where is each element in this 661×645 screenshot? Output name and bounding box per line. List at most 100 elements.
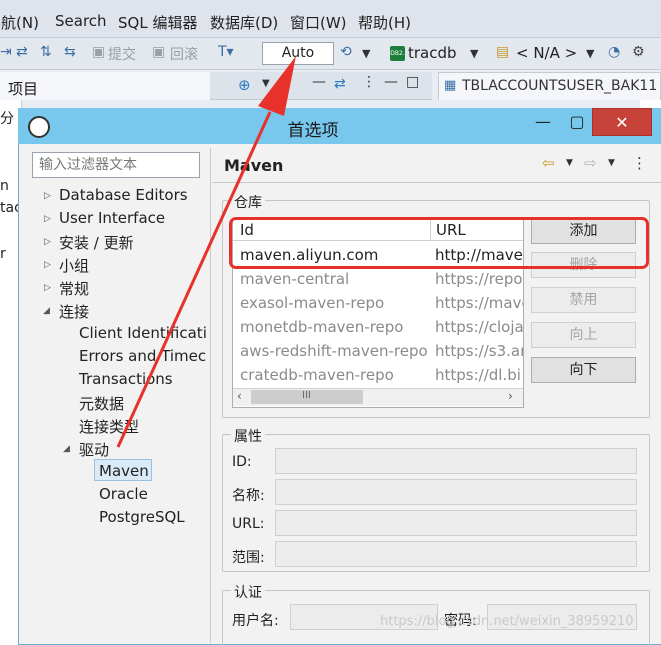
table-row-url[interactable]: https://mave [435, 294, 523, 312]
minimize-view-icon[interactable]: — [312, 74, 326, 90]
expand-arrow-icon[interactable]: ▷ [44, 260, 51, 270]
chevron-down-icon[interactable]: ▼ [470, 47, 478, 60]
commit-icon: ▣ [92, 44, 106, 60]
view-menu-icon[interactable]: ⋮ [362, 74, 376, 90]
scroll-left-icon[interactable]: ‹ [237, 389, 242, 403]
clipped-text: n [0, 178, 9, 194]
close-button[interactable]: ✕ [592, 108, 652, 136]
table-row-url[interactable]: https://cloja [435, 318, 523, 336]
move-up-button[interactable]: 向上 [531, 322, 636, 348]
chevron-down-icon[interactable]: ▼ [586, 47, 594, 60]
commit-button[interactable]: 提交 [108, 44, 136, 64]
table-row-id[interactable]: exasol-maven-repo [240, 294, 384, 312]
menu-database[interactable]: 数据库(D) [210, 12, 278, 33]
chevron-down-icon[interactable]: ▼ [608, 158, 615, 168]
repository-group-label: 仓库 [231, 192, 265, 212]
rollback-button[interactable]: 回滚 [170, 44, 198, 64]
username-label: 用户名: [232, 613, 279, 629]
scrollbar-grip: III [302, 390, 311, 401]
url-label: URL: [232, 516, 265, 532]
maximize-button[interactable]: ▢ [562, 108, 592, 136]
transaction-mode-field[interactable]: Auto [262, 42, 334, 65]
table-row-id[interactable]: aws-redshift-maven-repo [240, 342, 428, 360]
schema-selector[interactable]: < N/A > [516, 44, 577, 62]
annotation-highlight-box [229, 217, 649, 269]
clipped-text: 分 [0, 111, 14, 127]
new-folder-icon[interactable]: ▭ [278, 76, 291, 92]
menu-window[interactable]: 窗口(W) [290, 12, 347, 33]
view-menu-icon[interactable]: ⋮ [632, 154, 647, 172]
move-down-button[interactable]: 向下 [531, 357, 636, 383]
tree-item-transactions[interactable]: Transactions [79, 370, 173, 388]
add-connection-icon[interactable]: ⊕ [238, 76, 251, 94]
history-icon[interactable]: ⟲ [340, 44, 352, 60]
collapse-arrow-icon[interactable]: ◢ [43, 306, 50, 316]
datasource-selector[interactable]: tracdb [408, 44, 457, 62]
tree-item-oracle[interactable]: Oracle [99, 485, 148, 503]
editor-tab-label: TBLACCOUNTSUSER_BAK11 [462, 78, 658, 94]
tree-item-group[interactable]: 小组 [59, 255, 89, 276]
db2-icon: DB2. [390, 46, 405, 61]
collapse-arrow-icon[interactable]: ◢ [63, 444, 70, 454]
schema-icon: ▤ [496, 44, 510, 60]
name-label: 名称: [232, 488, 265, 504]
filter-input[interactable]: 输入过滤器文本 [32, 152, 200, 178]
back-arrow-icon[interactable]: ⇦ [542, 154, 555, 172]
disable-button[interactable]: 禁用 [531, 287, 636, 313]
toolbar-icon-3[interactable]: ⇅ [40, 44, 52, 60]
expand-arrow-icon[interactable]: ▷ [44, 237, 51, 247]
tree-item-client-identification[interactable]: Client Identificati [79, 324, 207, 342]
tree-item-maven[interactable]: Maven [99, 462, 149, 480]
link-editor-icon[interactable]: ⇄ [334, 76, 346, 92]
menu-sql-editor[interactable]: SQL 编辑器 [118, 12, 197, 33]
chevron-down-icon[interactable]: ▼ [262, 78, 270, 89]
pane-divider[interactable] [210, 148, 211, 643]
table-row-url[interactable]: https://repo [435, 270, 523, 288]
maximize-icon[interactable]: □ [406, 74, 419, 90]
menubar: 导航(N) Search SQL 编辑器 数据库(D) 窗口(W) 帮助(H) [0, 0, 661, 38]
tree-item-install-update[interactable]: 安装 / 更新 [59, 232, 134, 253]
toolbar-icon-2[interactable]: ⇄ [16, 44, 28, 60]
id-label: ID: [232, 454, 252, 470]
tree-item-user-interface[interactable]: User Interface [59, 209, 165, 227]
transaction-mode-icon[interactable]: T▾ [218, 44, 234, 60]
minimize-button[interactable]: — [524, 108, 562, 136]
scope-field[interactable] [275, 541, 637, 567]
tree-item-connection-types[interactable]: 连接类型 [79, 416, 139, 437]
clipped-text: r [0, 246, 6, 262]
forward-arrow-icon[interactable]: ⇨ [584, 154, 597, 172]
table-row-url[interactable]: https://s3.ar [435, 342, 523, 360]
settings-icon[interactable]: ⚙ [632, 44, 645, 60]
header-separator [212, 182, 661, 183]
tree-item-general[interactable]: 常规 [59, 278, 89, 299]
chevron-down-icon[interactable]: ▼ [362, 47, 370, 60]
tree-item-errors-timeouts[interactable]: Errors and Timec [79, 347, 206, 365]
scroll-right-icon[interactable]: › [508, 389, 513, 403]
expand-arrow-icon[interactable]: ▷ [44, 214, 51, 224]
minimize-icon[interactable]: — [384, 74, 398, 90]
menu-help[interactable]: 帮助(H) [358, 12, 411, 33]
tree-item-database-editors[interactable]: Database Editors [59, 186, 188, 204]
dashboard-icon[interactable]: ◔ [608, 44, 620, 60]
expand-arrow-icon[interactable]: ▷ [44, 283, 51, 293]
table-row-id[interactable]: cratedb-maven-repo [240, 366, 394, 384]
name-field[interactable] [275, 479, 637, 505]
menu-navigate[interactable]: 导航(N) [0, 12, 39, 33]
tree-item-connections[interactable]: 连接 [59, 301, 89, 322]
expand-arrow-icon[interactable]: ▷ [44, 191, 51, 201]
tree-item-metadata[interactable]: 元数据 [79, 393, 124, 414]
toolbar-icon-4[interactable]: ⇆ [64, 44, 76, 60]
toolbar-icon-1[interactable]: ⇥ [0, 44, 12, 60]
table-row-id[interactable]: maven-central [240, 270, 349, 288]
chevron-down-icon[interactable]: ▼ [566, 158, 573, 168]
url-field[interactable] [275, 510, 637, 536]
table-row-id[interactable]: monetdb-maven-repo [240, 318, 403, 336]
id-field[interactable] [275, 448, 637, 474]
table-row-url[interactable]: https://dl.bi [435, 366, 521, 384]
scope-label: 范围: [232, 550, 265, 566]
tree-item-drivers[interactable]: 驱动 [79, 439, 109, 460]
menu-search[interactable]: Search [55, 12, 107, 30]
tree-item-postgresql[interactable]: PostgreSQL [99, 508, 185, 526]
table-icon: ▦ [444, 78, 457, 93]
page-title: Maven [224, 156, 284, 175]
